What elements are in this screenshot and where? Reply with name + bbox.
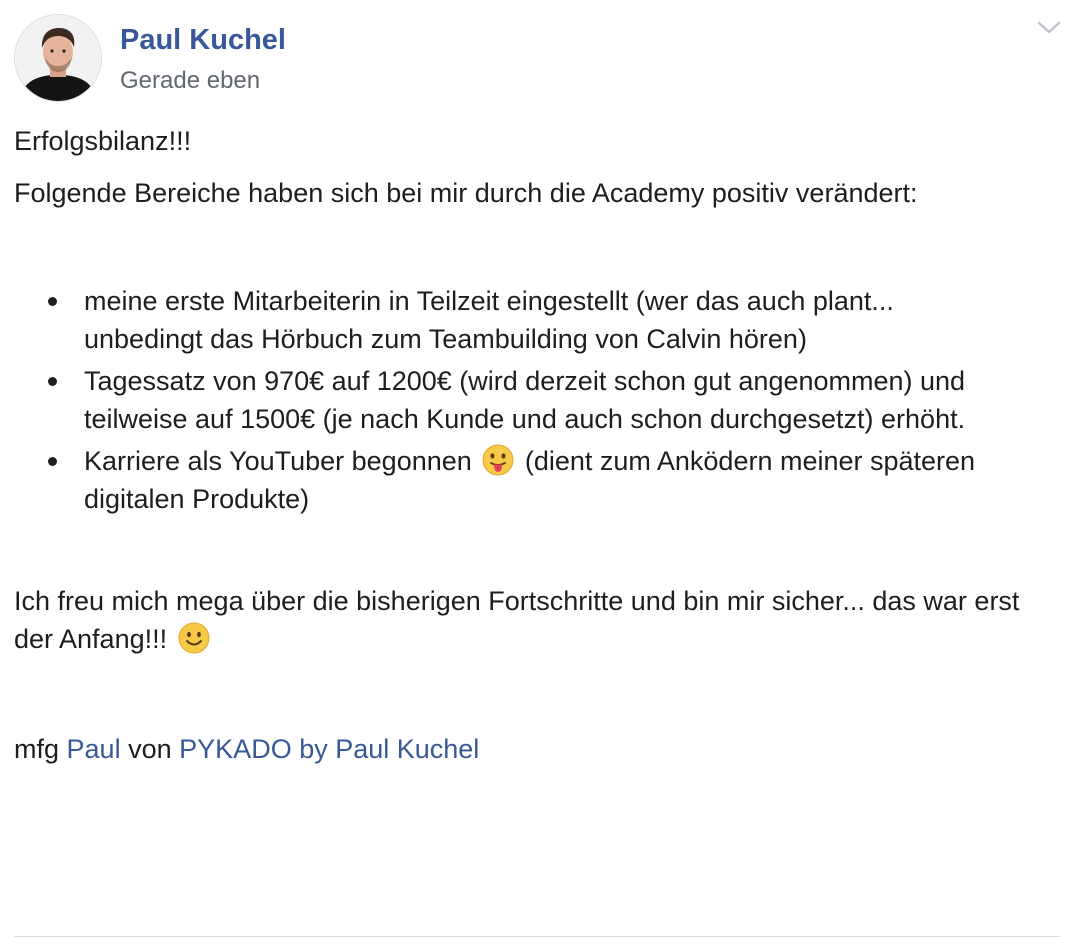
divider [14,936,1060,937]
achievements-list: meine erste Mitarbeiterin in Teilzeit ei… [14,282,1044,518]
author-name[interactable]: Paul Kuchel [120,22,286,58]
post-intro: Folgende Bereiche haben sich bei mir dur… [14,178,918,208]
page-mention-link[interactable]: PYKADO by Paul Kuchel [179,734,479,764]
list-item: Tagessatz von 970€ auf 1200€ (wird derze… [48,362,1044,438]
closing-paragraph: Ich freu mich mega über die bisherigen F… [14,582,1044,658]
tongue-out-emoji [482,444,514,476]
author-mention-link[interactable]: Paul [67,734,121,764]
signature: mfg Paul von PYKADO by Paul Kuchel [14,730,1044,768]
closing-text: Ich freu mich mega über die bisherigen F… [14,586,1020,654]
list-item: Karriere als YouTuber begonnen (dient zu… [48,442,1044,518]
smiley-emoji [178,622,210,654]
signature-middle: von [128,734,172,764]
profile-photo-icon [15,15,101,101]
post-body: Erfolgsbilanz!!! Folgende Bereiche haben… [14,122,1044,768]
post-timestamp[interactable]: Gerade eben [120,66,260,96]
post-heading: Erfolgsbilanz!!! [14,126,192,156]
signature-prefix: mfg [14,734,60,764]
list-item-text: Karriere als YouTuber begonnen [84,446,472,476]
list-item: meine erste Mitarbeiterin in Teilzeit ei… [48,282,1044,358]
chevron-down-icon [1037,21,1061,34]
facebook-post: Paul Kuchel Gerade eben Erfolgsbilanz!!!… [0,0,1078,938]
post-options-button[interactable] [1036,18,1062,38]
avatar[interactable] [14,14,102,102]
